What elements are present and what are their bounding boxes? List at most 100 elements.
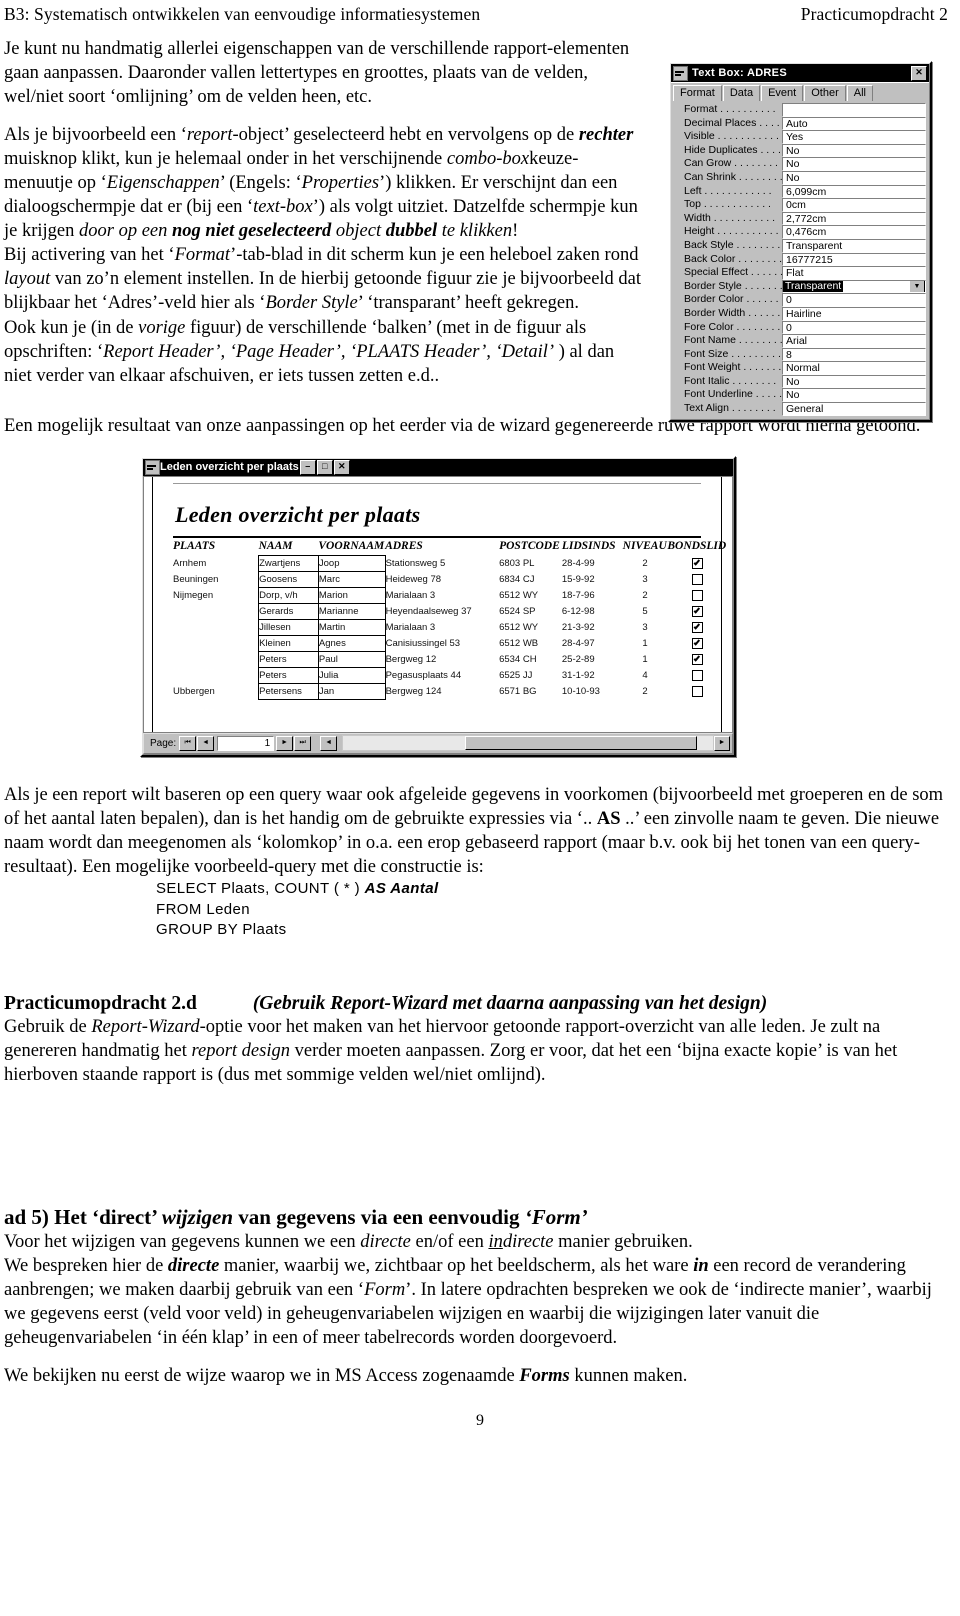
cell-bondslid <box>667 571 727 587</box>
cell-voornaam: Jan <box>317 682 386 700</box>
property-value[interactable]: Normal <box>782 361 926 375</box>
property-value[interactable]: Auto <box>782 116 926 131</box>
property-value[interactable]: 6,099cm <box>782 184 926 199</box>
cell-niveau: 1 <box>642 637 648 649</box>
t: directe <box>167 1256 220 1277</box>
chevron-down-icon[interactable]: ▼ <box>909 280 925 293</box>
tab-format[interactable]: Format <box>673 85 722 101</box>
first-page-button[interactable]: ⏮ <box>179 735 197 751</box>
property-value[interactable]: No <box>782 374 926 389</box>
property-value[interactable]: General <box>782 402 926 416</box>
property-row[interactable]: Top . . . . . . . . . . . . 0cm <box>674 198 926 212</box>
minimize-icon[interactable]: – <box>299 459 316 475</box>
cell-bondslid <box>667 619 727 635</box>
property-value[interactable]: Transparent <box>782 238 926 253</box>
task-label: Practicumopdracht 2.d <box>4 992 197 1014</box>
property-row[interactable]: Back Color . . . . . . . . 16777215 <box>674 252 926 267</box>
cell-plaats <box>173 619 259 635</box>
prev-page-button[interactable]: ◄ <box>197 735 215 751</box>
property-value[interactable]: 0cm <box>782 198 926 212</box>
property-sheet-window: Text Box: ADRES ✕ Format Data Event Othe… <box>668 61 932 422</box>
property-row[interactable]: Left . . . . . . . . . . . . 6,099cm <box>674 184 926 199</box>
property-row[interactable]: Fore Color . . . . . . . .0 <box>674 320 926 335</box>
property-row[interactable]: Hide Duplicates . . . . . No <box>674 143 926 158</box>
paragraph-ad5-2: We bespreken hier de directe manier, waa… <box>4 1254 952 1350</box>
property-value[interactable]: 0 <box>782 320 926 335</box>
cell-bondslid <box>667 635 727 651</box>
property-row[interactable]: Can Shrink . . . . . . . . No <box>674 170 926 185</box>
close-icon[interactable]: ✕ <box>911 65 927 81</box>
property-row[interactable]: Border Style . . . . . . . Transparent ▼ <box>674 279 926 294</box>
window-menu-icon[interactable] <box>673 65 688 81</box>
property-row[interactable]: Font Weight . . . . . . . Normal <box>674 361 926 375</box>
property-value[interactable]: Flat <box>782 266 926 280</box>
property-value[interactable]: No <box>782 143 926 158</box>
report-window: Leden overzicht per plaats – □ ✕ Leden o… <box>140 455 736 757</box>
property-row[interactable]: Border Width . . . . . . Hairline <box>674 306 926 321</box>
property-value-selected: Transparent <box>783 279 844 293</box>
property-row[interactable]: Decimal Places . . . . . Auto <box>674 116 926 131</box>
property-row[interactable]: Back Style . . . . . . . . Transparent <box>674 238 926 253</box>
window-menu-icon[interactable] <box>145 459 160 475</box>
property-value[interactable]: Yes <box>782 130 926 144</box>
property-value[interactable]: Arial <box>782 334 926 348</box>
property-label: Top . . . . . . . . . . . . <box>684 198 771 211</box>
property-row[interactable]: Font Underline . . . . . No <box>674 388 926 403</box>
tab-all[interactable]: All <box>846 85 873 101</box>
property-value[interactable]: 16777215 <box>782 252 926 267</box>
property-value[interactable]: 2,772cm <box>782 211 926 226</box>
property-row[interactable]: Format . . . . . . . . . . <box>674 103 926 117</box>
property-row[interactable]: Text Align . . . . . . . . General <box>674 402 926 416</box>
cell-bondslid <box>667 555 727 571</box>
cell-lidsinds: 10-10-93 <box>561 685 600 697</box>
property-value[interactable]: 8 <box>782 347 926 362</box>
cell-lidsinds: 15-9-92 <box>561 573 595 585</box>
property-value[interactable]: 0,476cm <box>782 225 926 239</box>
horizontal-scrollbar[interactable] <box>342 735 714 752</box>
page-number-input[interactable]: 1 <box>217 735 275 751</box>
property-row[interactable]: Width . . . . . . . . . . . 2,772cm <box>674 211 926 226</box>
property-value[interactable] <box>782 103 926 117</box>
tab-other[interactable]: Other <box>804 85 846 101</box>
next-page-button[interactable]: ► <box>276 735 294 751</box>
t: Properties <box>301 173 380 194</box>
scroll-left-button[interactable]: ◄ <box>320 735 338 751</box>
property-label: Special Effect . . . . . . <box>684 266 782 279</box>
property-row[interactable]: Special Effect . . . . . . Flat <box>674 266 926 280</box>
property-row[interactable]: Visible . . . . . . . . . . . Yes <box>674 130 926 144</box>
cell-naam: Jillesen <box>258 618 319 636</box>
property-row[interactable]: Font Name . . . . . . . . Arial <box>674 334 926 348</box>
checkbox-icon <box>691 653 703 665</box>
property-value[interactable]: No <box>782 170 926 185</box>
scroll-right-button[interactable]: ► <box>714 735 730 751</box>
property-value[interactable]: 0 <box>782 293 926 307</box>
t: ’-tab-blad in dit scherm kun je een hele… <box>230 245 639 266</box>
t: Ook kun je (in de <box>4 317 139 338</box>
cell-niveau: 1 <box>642 653 648 665</box>
tab-event[interactable]: Event <box>761 85 804 101</box>
report-window-title: Leden overzicht per plaats <box>160 461 299 474</box>
property-value[interactable]: Transparent ▼ <box>782 279 926 294</box>
running-head: B3: Systematisch ontwikkelen van eenvoud… <box>0 0 960 25</box>
property-label: Font Underline . . . . . <box>684 388 782 401</box>
col-plaats: PLAATS <box>173 539 216 552</box>
t: van gegevens via een eenvoudig <box>233 1205 525 1230</box>
task-heading: Practicumopdracht 2.d (Gebruik Report-Wi… <box>4 993 952 1015</box>
last-page-button[interactable]: ⏭ <box>294 735 312 751</box>
property-label: Hide Duplicates . . . . . <box>684 143 782 156</box>
property-row[interactable]: Can Grow . . . . . . . . No <box>674 157 926 171</box>
property-row[interactable]: Border Color . . . . . .0 <box>674 293 926 307</box>
property-row[interactable]: Font Italic . . . . . . . . No <box>674 374 926 389</box>
close-icon[interactable]: ✕ <box>333 459 350 475</box>
property-value[interactable]: No <box>782 157 926 171</box>
property-value[interactable]: No <box>782 388 926 403</box>
property-value[interactable]: Hairline <box>782 306 926 321</box>
scrollbar-thumb[interactable] <box>465 736 698 751</box>
t: vorige <box>138 317 186 338</box>
property-row[interactable]: Height . . . . . . . . . . . 0,476cm <box>674 225 926 239</box>
property-row[interactable]: Font Size . . . . . . . . .8 <box>674 347 926 362</box>
cell-bondslid <box>667 603 727 619</box>
cell-plaats <box>173 635 259 651</box>
maximize-icon[interactable]: □ <box>316 459 333 475</box>
tab-data[interactable]: Data <box>722 85 761 101</box>
